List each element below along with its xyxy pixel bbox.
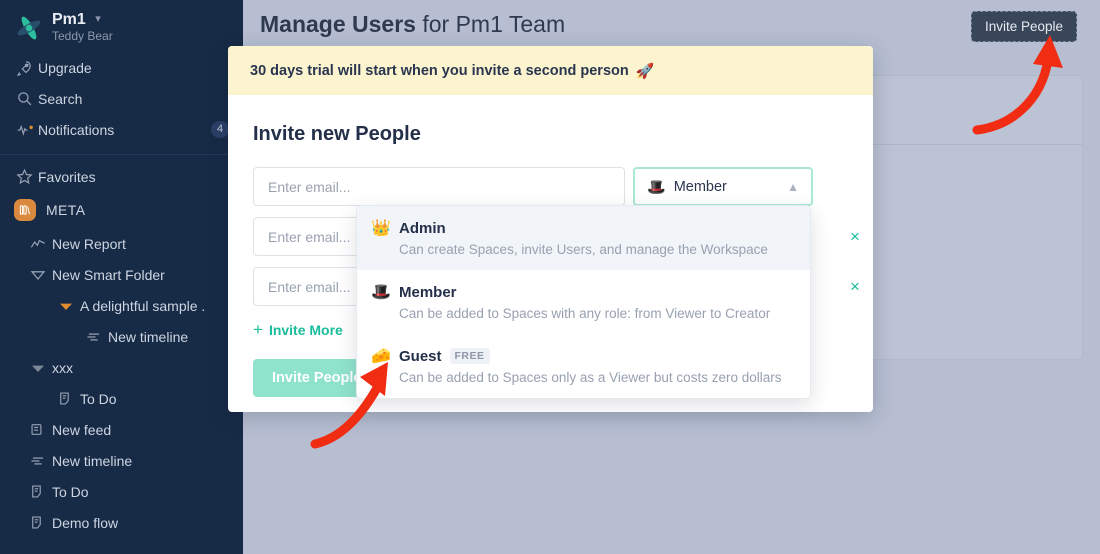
app-logo-icon: [14, 13, 44, 43]
role-select-button[interactable]: 🎩 Member ▲: [633, 167, 813, 206]
top-hat-icon: 🎩: [371, 284, 391, 301]
close-icon[interactable]: ×: [850, 228, 860, 245]
sidebar-item-label: Search: [38, 90, 83, 107]
feed-icon: [30, 422, 52, 437]
notifications-badge: 4: [211, 121, 229, 139]
sidebar-item-xxx[interactable]: xxx: [0, 352, 243, 383]
triangle-filled-orange-icon: [58, 299, 80, 313]
invite-people-button[interactable]: Invite People: [970, 11, 1077, 42]
sidebar-item-label: New feed: [52, 421, 112, 438]
chevron-down-icon[interactable]: ▾: [95, 13, 101, 26]
sidebar-item-space-meta[interactable]: META: [0, 192, 243, 228]
trial-banner-text: 30 days trial will start when you invite…: [250, 62, 629, 79]
timeline-icon: [86, 330, 108, 344]
chart-line-icon: [30, 237, 52, 251]
sidebar-item-demo-flow[interactable]: Demo flow: [0, 507, 243, 538]
role-option-name: Member: [399, 283, 457, 301]
sidebar-item-upgrade[interactable]: Upgrade: [0, 52, 243, 83]
sidebar-item-label: Notifications: [38, 121, 115, 138]
sidebar-item-notifications[interactable]: Notifications 4: [0, 114, 243, 145]
plus-icon: +: [253, 320, 263, 339]
trial-banner: 30 days trial will start when you invite…: [228, 46, 873, 95]
chevron-up-icon: ▲: [787, 179, 799, 194]
page-title: Manage Users for Pm1 Team: [260, 11, 565, 38]
sidebar-item-label: Demo flow: [52, 514, 119, 531]
timeline-icon: [30, 454, 52, 468]
sidebar-item-new-smart-folder[interactable]: New Smart Folder: [0, 259, 243, 290]
role-option-description: Can create Spaces, invite Users, and man…: [399, 242, 768, 257]
sidebar-item-new-timeline[interactable]: New timeline: [0, 445, 243, 476]
role-option-guest[interactable]: 🧀 Guest FREE Can be added to Spaces only…: [357, 334, 810, 398]
invite-row-1: 🎩 Member ▲: [253, 167, 873, 206]
email-input[interactable]: [253, 167, 625, 206]
search-icon: [16, 90, 38, 107]
triangle-filled-icon: [30, 361, 52, 375]
sidebar-item-label: New timeline: [52, 452, 133, 469]
role-option-name: Guest: [399, 347, 442, 365]
sidebar-item-new-feed[interactable]: New feed: [0, 414, 243, 445]
invite-more-label: Invite More: [268, 322, 343, 338]
sidebar-item-label: Favorites: [38, 168, 96, 185]
sidebar-item-to-do-nested[interactable]: To Do: [0, 383, 243, 414]
todo-icon: [30, 515, 52, 530]
crown-icon: 👑: [371, 220, 391, 237]
sidebar-item-label: To Do: [80, 390, 117, 407]
modal-title: Invite new People: [253, 123, 421, 145]
role-option-member[interactable]: 🎩 Member Can be added to Spaces with any…: [357, 270, 810, 334]
sidebar-item-label: New Report: [52, 235, 126, 252]
sidebar-item-label: New Smart Folder: [52, 266, 165, 283]
invite-more-button[interactable]: + Invite More: [253, 320, 343, 340]
sidebar-item-a-delightful-sample[interactable]: A delightful sample .: [0, 290, 243, 321]
sidebar-item-new-timeline-nested[interactable]: New timeline: [0, 321, 243, 352]
rocket-emoji-icon: 🚀: [635, 62, 655, 80]
sidebar-item-label: Upgrade: [38, 59, 92, 76]
star-icon: [16, 168, 38, 185]
sidebar-item-to-do[interactable]: To Do: [0, 476, 243, 507]
top-hat-icon: 🎩: [647, 178, 666, 196]
role-select-value: Member: [673, 178, 727, 195]
triangle-outline-icon: [30, 268, 52, 282]
sidebar-item-label: To Do: [52, 483, 89, 500]
role-dropdown: 👑 Admin Can create Spaces, invite Users,…: [356, 205, 811, 399]
role-option-description: Can be added to Spaces with any role: fr…: [399, 306, 771, 321]
sidebar-item-new-report[interactable]: New Report: [0, 228, 243, 259]
sidebar-divider: [0, 154, 243, 156]
free-badge: FREE: [449, 348, 490, 364]
role-option-admin[interactable]: 👑 Admin Can create Spaces, invite Users,…: [357, 206, 810, 270]
cheese-icon: 🧀: [371, 348, 391, 365]
role-option-description: Can be added to Spaces only as a Viewer …: [399, 370, 782, 385]
close-icon[interactable]: ×: [850, 278, 860, 295]
sidebar: Pm1 ▾ Teddy Bear Upgrade Search Notifica…: [0, 0, 243, 554]
page-title-light: for Pm1 Team: [415, 11, 566, 37]
role-option-name: Admin: [399, 219, 446, 237]
todo-icon: [58, 391, 80, 406]
workspace-subtitle: Teddy Bear: [52, 29, 113, 44]
sidebar-item-label: New timeline: [108, 328, 189, 345]
pulse-icon: [16, 121, 38, 138]
invite-modal: 30 days trial will start when you invite…: [228, 46, 873, 412]
workspace-name: Pm1: [52, 11, 86, 28]
library-icon: [14, 199, 36, 222]
sidebar-item-favorites[interactable]: Favorites: [0, 161, 243, 192]
workspace-switcher[interactable]: Pm1 ▾ Teddy Bear: [0, 0, 243, 52]
page-title-strong: Manage Users: [260, 11, 416, 37]
sidebar-item-label: xxx: [52, 359, 73, 376]
todo-icon: [30, 484, 52, 499]
sidebar-item-label: META: [46, 202, 86, 219]
sidebar-item-label: A delightful sample .: [80, 297, 206, 314]
rocket-icon: [16, 59, 38, 77]
sidebar-item-search[interactable]: Search: [0, 83, 243, 114]
